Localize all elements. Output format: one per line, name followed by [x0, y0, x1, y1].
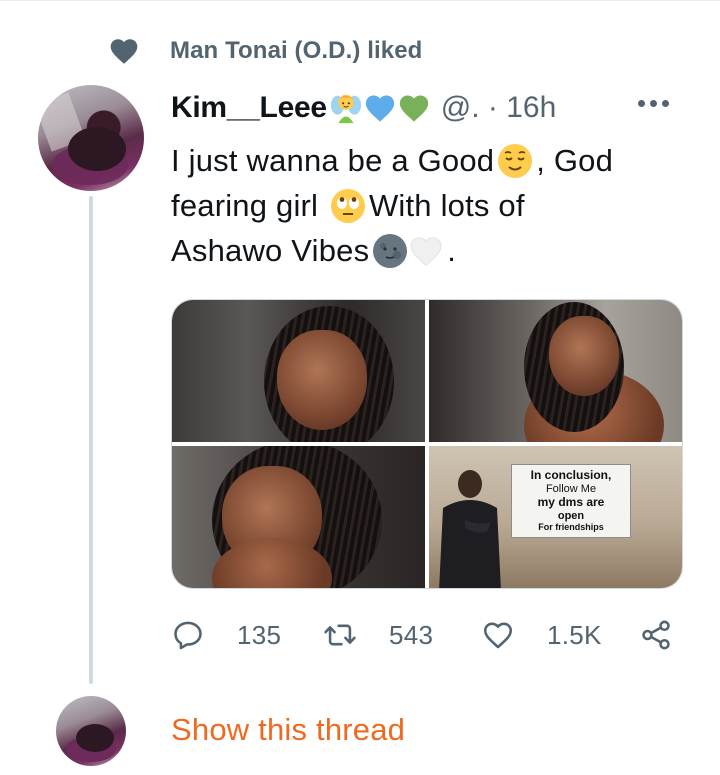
retweet-count: 543	[389, 619, 434, 650]
tweet-text-line-3: Ashawo Vibes .	[171, 233, 457, 268]
like-button[interactable]: 1.5K	[481, 612, 602, 658]
retweet-button[interactable]: 543	[323, 612, 433, 658]
man-figure	[439, 470, 501, 588]
white-heart-emoji	[410, 236, 442, 266]
share-icon	[642, 620, 670, 650]
dot-separator: ·	[487, 91, 498, 124]
thread-avatar[interactable]	[56, 696, 126, 766]
handle-and-time[interactable]: @. · 16h	[441, 91, 557, 125]
tweet-text-line-1: I just wanna be a Good , God	[171, 143, 614, 178]
reply-icon	[174, 621, 202, 650]
reply-count: 135	[237, 619, 282, 650]
like-heart-icon	[483, 622, 513, 649]
retweet-icon	[324, 624, 356, 646]
social-context[interactable]: Man Tonai (O.D.) liked	[108, 33, 422, 69]
tweet-actions: 135 543 1.5K	[171, 612, 681, 658]
photo-3[interactable]	[172, 446, 425, 588]
more-options-icon[interactable]	[638, 100, 669, 107]
heart-icon	[110, 39, 138, 64]
tweet-header: Kim__Leee @. · 16h	[171, 86, 556, 130]
photo-4-meme[interactable]: In conclusion, Follow Me my dms are open…	[429, 446, 682, 588]
thread-connector-line	[89, 196, 93, 684]
photo-1[interactable]	[172, 300, 425, 442]
show-thread-link[interactable]: Show this thread	[171, 712, 405, 748]
green-heart-emoji	[399, 95, 428, 122]
name-emojis	[329, 91, 431, 125]
photo-2[interactable]	[429, 300, 682, 442]
media-grid: In conclusion, Follow Me my dms are open…	[171, 299, 683, 589]
display-name[interactable]: Kim__Leee	[171, 91, 327, 125]
fairy-emoji	[330, 94, 361, 124]
share-button[interactable]	[639, 612, 673, 658]
rolling-eyes-emoji	[330, 188, 365, 223]
tweet-text-line-2: fearing girl With lots of	[171, 188, 525, 223]
top-divider	[0, 0, 720, 1]
avatar[interactable]	[38, 85, 144, 191]
new-moon-face-emoji	[373, 233, 408, 268]
reply-button[interactable]: 135	[171, 612, 281, 658]
tweet-text: I just wanna be a Good , God fearing gir…	[171, 138, 671, 273]
meme-board: In conclusion, Follow Me my dms are open…	[511, 464, 631, 538]
blue-heart-emoji	[365, 95, 394, 122]
tweet-time: 16h	[506, 91, 557, 124]
like-count: 1.5K	[547, 619, 602, 650]
social-context-label: Man Tonai (O.D.) liked	[170, 37, 423, 64]
relieved-face-emoji	[498, 143, 533, 178]
handle: @.	[440, 91, 480, 124]
